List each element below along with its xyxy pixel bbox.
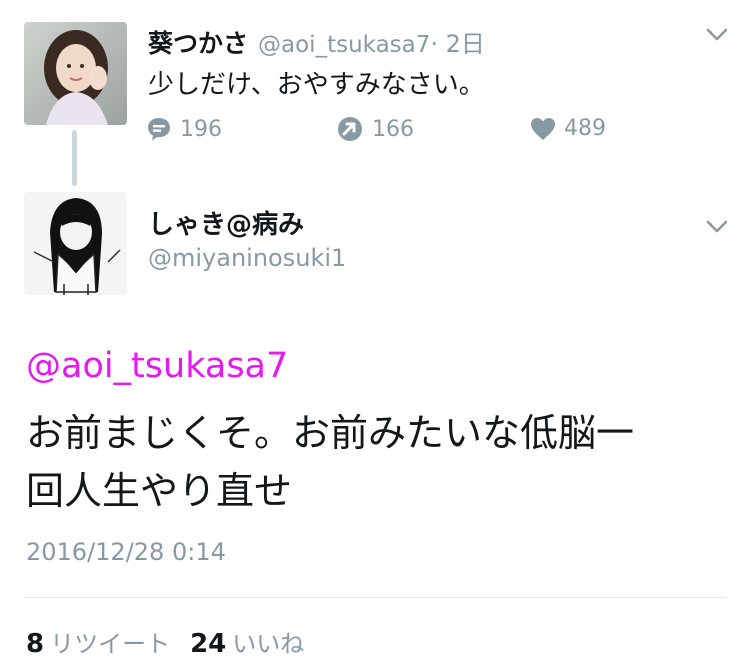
handle[interactable]: @aoi_tsukasa7 (258, 32, 430, 58)
retweet-icon (338, 117, 362, 141)
tweet-stats: 8 リツイート 24 いいね (26, 624, 324, 659)
reply-count: 196 (180, 116, 222, 142)
retweet-button[interactable]: 166 (336, 116, 414, 142)
thread-connector (72, 130, 77, 186)
retweet-count: 166 (372, 116, 414, 142)
like-label[interactable]: いいね (232, 630, 304, 658)
timestamp[interactable]: · 2日 (430, 30, 485, 58)
reply-icon (148, 118, 170, 141)
like-button[interactable]: 489 (530, 116, 606, 141)
avatar[interactable] (24, 192, 127, 295)
like-count[interactable]: 24 (190, 629, 226, 659)
display-name[interactable]: 葵つかさ (148, 29, 248, 58)
retweet-count[interactable]: 8 (26, 629, 44, 659)
caret-down-icon[interactable] (706, 220, 728, 234)
like-count: 489 (564, 116, 606, 141)
tweet-header: 葵つかさ @aoi_tsukasa7· 2日 (148, 24, 485, 60)
heart-icon (531, 117, 555, 140)
tweet-text-line: お前まじくそ。お前みたいな低脳一 (26, 411, 635, 455)
display-name[interactable]: しゃき@病み (148, 204, 304, 241)
retweet-label[interactable]: リツイート (50, 630, 170, 658)
tweet-text: お前まじくそ。お前みたいな低脳一 回人生やり直せ (26, 404, 716, 520)
avatar[interactable] (24, 22, 127, 125)
tweet-timestamp[interactable]: 2016/12/28 0:14 (26, 538, 226, 566)
tweet-text: 少しだけ、おやすみなさい。 (148, 70, 485, 100)
divider (24, 597, 726, 598)
mention-link[interactable]: @aoi_tsukasa7 (26, 346, 288, 386)
handle[interactable]: @miyaninosuki1 (148, 244, 346, 272)
tweet-text-line: 回人生やり直せ (26, 469, 293, 513)
reply-button[interactable]: 196 (146, 116, 222, 142)
caret-down-icon[interactable] (706, 28, 728, 42)
